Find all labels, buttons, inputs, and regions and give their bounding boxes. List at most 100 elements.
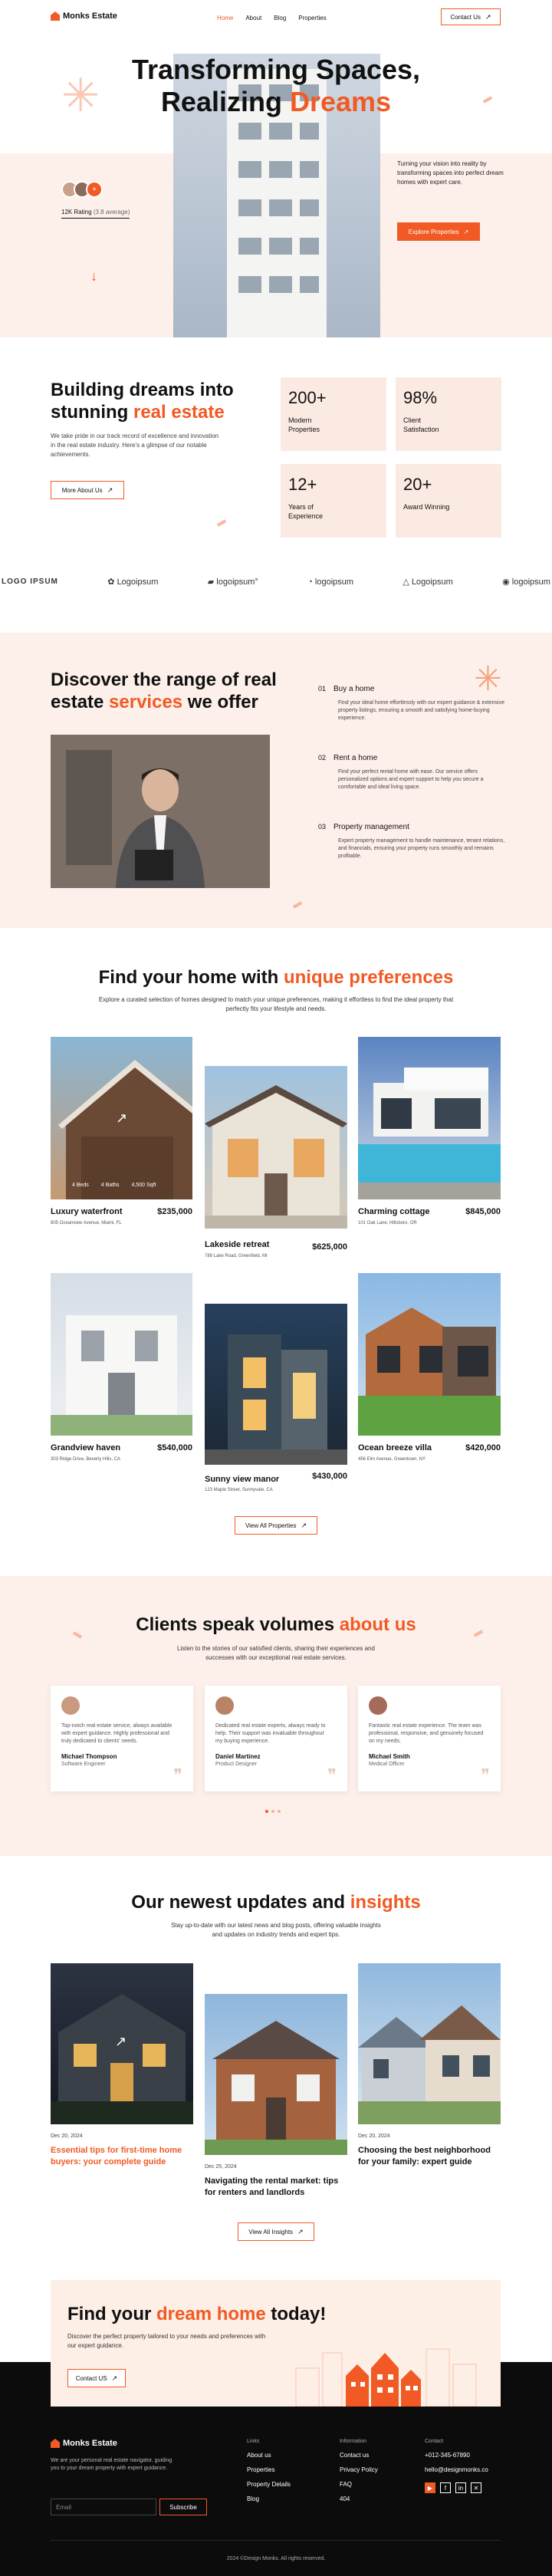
nav-home[interactable]: Home bbox=[217, 15, 233, 21]
property-name[interactable]: Grandview haven bbox=[51, 1443, 120, 1452]
cta-title-text: Find your bbox=[67, 2304, 156, 2324]
carousel-dot[interactable] bbox=[271, 1810, 274, 1813]
facebook-icon[interactable]: f bbox=[440, 2482, 451, 2493]
hero-description: Turning your vision into reality by tran… bbox=[397, 160, 504, 186]
footer-phone[interactable]: +012-345-67890 bbox=[425, 2452, 488, 2459]
blog-post-title[interactable]: Essential tips for first-time home buyer… bbox=[51, 2145, 193, 2168]
properties-title-text: Find your home with bbox=[98, 967, 284, 988]
testimonial-role: Medical Officer bbox=[369, 1762, 405, 1767]
partner-logo: ▰ logoipsum° bbox=[207, 577, 258, 587]
info-heading: Information bbox=[340, 2439, 367, 2444]
property-card[interactable] bbox=[51, 1273, 192, 1436]
stat-value: 12+ bbox=[288, 475, 317, 494]
more-about-button[interactable]: More About Us ↗ bbox=[51, 481, 124, 499]
stat-value: 20+ bbox=[403, 475, 432, 494]
house-icon bbox=[358, 1068, 501, 1199]
blog-card-image[interactable] bbox=[205, 1994, 347, 2155]
nav-about[interactable]: About bbox=[245, 15, 261, 21]
testimonial-card: Dedicated real estate experts, always re… bbox=[205, 1686, 347, 1791]
carousel-dot-active[interactable] bbox=[265, 1810, 268, 1813]
brand-logo[interactable]: Monks Estate bbox=[51, 12, 117, 21]
arrow-icon: ↗ bbox=[111, 2374, 118, 2382]
city-illustration-icon bbox=[295, 2348, 477, 2407]
footer-link-about[interactable]: About us bbox=[247, 2452, 291, 2459]
carousel-dot[interactable] bbox=[278, 1810, 281, 1813]
property-card[interactable] bbox=[205, 1304, 347, 1465]
nav-blog[interactable]: Blog bbox=[274, 15, 286, 21]
property-card[interactable] bbox=[358, 1037, 501, 1199]
property-name[interactable]: Ocean breeze villa bbox=[358, 1443, 432, 1452]
blog-date: Dec 20, 2024 bbox=[358, 2134, 390, 2139]
property-card[interactable] bbox=[358, 1273, 501, 1436]
arrow-icon: ↗ bbox=[485, 12, 491, 21]
explore-label: Explore Properties bbox=[408, 228, 459, 235]
email-placeholder: Email bbox=[56, 2504, 72, 2511]
property-card[interactable] bbox=[205, 1066, 347, 1229]
blog-post-title[interactable]: Choosing the best neighborhood for your … bbox=[358, 2145, 501, 2168]
property-address: 123 Maple Street, Sunnyvale, CA bbox=[205, 1488, 273, 1492]
service-text: Find your ideal home effortlessly with o… bbox=[338, 700, 504, 721]
plus-icon: + bbox=[86, 181, 103, 198]
property-price: $540,000 bbox=[157, 1443, 192, 1452]
property-price: $430,000 bbox=[312, 1472, 347, 1481]
services-title-end: we offer bbox=[182, 692, 258, 712]
footer-link-faq[interactable]: FAQ bbox=[340, 2481, 378, 2488]
twitter-icon[interactable]: ✕ bbox=[471, 2482, 481, 2493]
stat-label: Modern Properties bbox=[288, 416, 320, 433]
house-icon bbox=[358, 2005, 501, 2124]
property-address: 101 Oak Lane, Hillsboro, OR bbox=[358, 1221, 417, 1225]
footer-links: Links About us Properties Property Detai… bbox=[247, 2439, 291, 2502]
services-title-line1: Discover the range of real bbox=[51, 669, 277, 690]
about-title-accent: real estate bbox=[133, 402, 225, 423]
youtube-icon[interactable]: ▶ bbox=[425, 2482, 435, 2493]
footer-brand[interactable]: Monks Estate bbox=[51, 2439, 117, 2448]
blog-post-title[interactable]: Navigating the rental market: tips for r… bbox=[205, 2176, 347, 2199]
property-name[interactable]: Charming cottage bbox=[358, 1207, 430, 1216]
brand-name: Monks Estate bbox=[63, 12, 117, 21]
contact-us-button[interactable]: Contact US ↗ bbox=[67, 2369, 126, 2387]
nav-properties[interactable]: Properties bbox=[298, 15, 326, 21]
footer-link-privacy[interactable]: Privacy Policy bbox=[340, 2466, 378, 2473]
stat-card: 98% Client Satisfaction bbox=[396, 377, 501, 451]
quote-icon: ❞ bbox=[481, 1765, 490, 1785]
blog-card-image[interactable]: ↗ bbox=[51, 1963, 193, 2124]
footer-link-property-details[interactable]: Property Details bbox=[247, 2481, 291, 2488]
stat-label: Award Winning bbox=[403, 503, 450, 511]
linkedin-icon[interactable]: in bbox=[455, 2482, 466, 2493]
property-card[interactable]: ↗ 4 Beds 4 Baths 4,500 Sqft bbox=[51, 1037, 196, 1199]
about-title-line1: Building dreams into bbox=[51, 380, 234, 400]
decor-dash bbox=[216, 519, 227, 527]
service-number: 02 bbox=[318, 754, 327, 762]
house-icon bbox=[205, 1334, 347, 1465]
carousel-dots bbox=[265, 1810, 281, 1813]
partner-logos: LOGO IPSUM ✿ Logoipsum ▰ logoipsum° ◔ lo… bbox=[0, 577, 552, 587]
subscribe-button[interactable]: Subscribe bbox=[159, 2499, 207, 2515]
agent-photo bbox=[51, 735, 270, 888]
explore-properties-button[interactable]: Explore Properties ↗ bbox=[397, 222, 480, 241]
footer-link-properties[interactable]: Properties bbox=[247, 2466, 291, 2473]
blog-date: Dec 25, 2024 bbox=[205, 2164, 237, 2170]
header-contact-button[interactable]: Contact Us ↗ bbox=[441, 8, 501, 25]
avatar bbox=[61, 1696, 80, 1715]
footer-link-contact[interactable]: Contact us bbox=[340, 2452, 378, 2459]
property-name[interactable]: Luxury waterfront bbox=[51, 1207, 123, 1216]
property-info: Ocean breeze villa $420,000 bbox=[358, 1443, 501, 1452]
view-all-properties-button[interactable]: View All Properties ↗ bbox=[235, 1516, 317, 1535]
footer-email[interactable]: hello@designmonks.co bbox=[425, 2466, 488, 2473]
footer-link-blog[interactable]: Blog bbox=[247, 2495, 291, 2502]
blog-title: Our newest updates and insights bbox=[0, 1891, 552, 1913]
blog-card-image[interactable] bbox=[358, 1963, 501, 2124]
logo-icon bbox=[51, 2439, 60, 2448]
house-icon bbox=[51, 1315, 192, 1436]
partner-logo: LOGO IPSUM bbox=[2, 577, 58, 586]
testimonials-title: Clients speak volumes about us bbox=[0, 1614, 552, 1636]
arrow-icon: ↗ bbox=[116, 1110, 128, 1126]
service-title: Buy a home bbox=[334, 685, 375, 693]
service-item: 02 Rent a home Find your perfect rental h… bbox=[318, 754, 507, 791]
quote-icon: ❞ bbox=[327, 1765, 337, 1785]
about-title-line2: stunning bbox=[51, 402, 133, 423]
footer-link-404[interactable]: 404 bbox=[340, 2495, 378, 2502]
property-info: Luxury waterfront $235,000 bbox=[51, 1207, 192, 1216]
email-input[interactable]: Email bbox=[51, 2499, 156, 2515]
view-all-insights-button[interactable]: View All Insights ↗ bbox=[238, 2222, 314, 2241]
